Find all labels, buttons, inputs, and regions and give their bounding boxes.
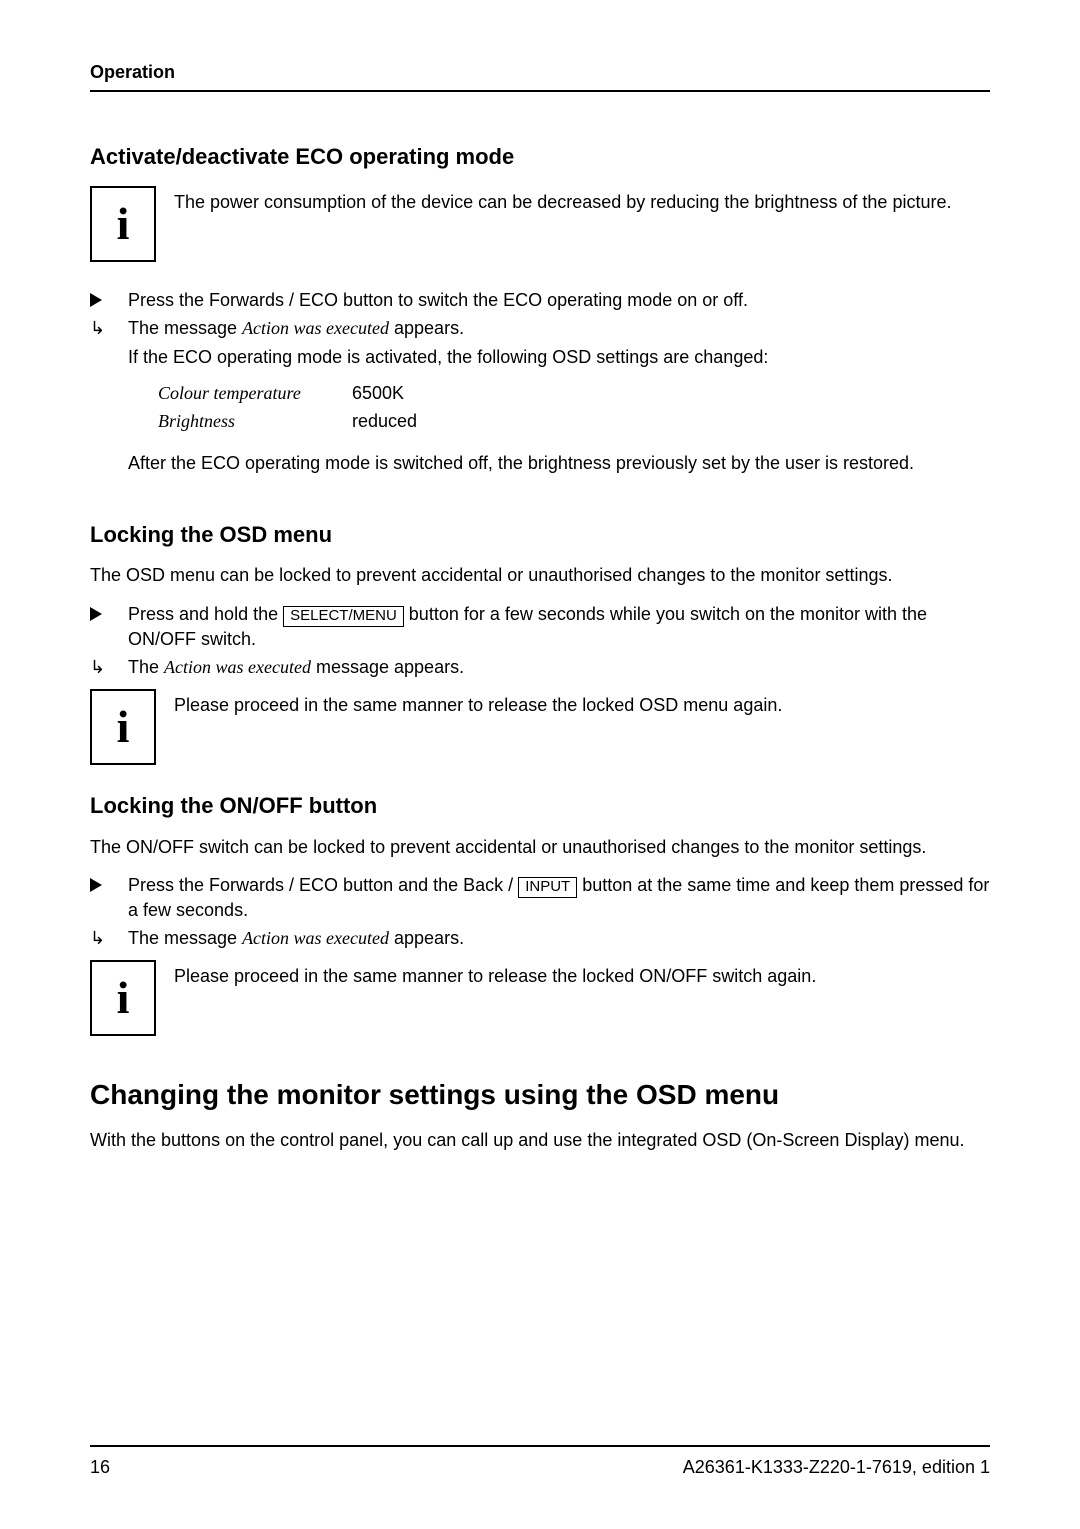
step-text: Press the Forwards / ECO button and the … (128, 875, 989, 920)
steps-lock-osd: Press and hold the SELECT/MENU button fo… (90, 602, 990, 679)
step-pre: Press the Forwards / ECO button and the … (128, 875, 518, 895)
result-em: Action was executed (242, 928, 389, 948)
setting-value: 6500K (352, 379, 441, 407)
info-block-lock-osd: i Please proceed in the same manner to r… (90, 689, 990, 765)
result-post: appears. (389, 928, 464, 948)
result-em: Action was executed (242, 318, 389, 338)
heading-lock-onoff: Locking the ON/OFF button (90, 791, 990, 821)
result-arrow-icon: ↳ (90, 926, 118, 950)
result-em: Action was executed (164, 657, 311, 677)
step-item: Press and hold the SELECT/MENU button fo… (90, 602, 990, 651)
setting-label: Brightness (158, 407, 352, 435)
info-text: Please proceed in the same manner to rel… (174, 960, 990, 988)
triangle-icon (90, 873, 118, 897)
result-text: The Action was executed message appears. (128, 657, 464, 677)
result-text: The message Action was executed appears. (128, 928, 464, 948)
lock-osd-intro: The OSD menu can be locked to prevent ac… (90, 563, 990, 587)
section-header: Operation (90, 60, 990, 84)
keycap-input: INPUT (518, 877, 577, 898)
setting-value: reduced (352, 407, 441, 435)
result-item: ↳ The message Action was executed appear… (90, 316, 990, 369)
page-footer: 16 A26361-K1333-Z220-1-7619, edition 1 (90, 1445, 990, 1479)
info-text: Please proceed in the same manner to rel… (174, 689, 990, 717)
triangle-icon (90, 602, 118, 626)
page-number: 16 (90, 1455, 110, 1479)
result-item: ↳ The message Action was executed appear… (90, 926, 990, 950)
keycap-select-menu: SELECT/MENU (283, 606, 404, 627)
steps-lock-onoff: Press the Forwards / ECO button and the … (90, 873, 990, 950)
info-text: The power consumption of the device can … (174, 186, 990, 214)
heading-eco-mode: Activate/deactivate ECO operating mode (90, 142, 990, 172)
result-post: message appears. (311, 657, 464, 677)
result-arrow-icon: ↳ (90, 316, 118, 340)
table-row: Colour temperature 6500K (158, 379, 441, 407)
info-icon: i (90, 689, 156, 765)
lock-onoff-intro: The ON/OFF switch can be locked to preve… (90, 835, 990, 859)
result-pre: The (128, 657, 164, 677)
result-post: appears. (389, 318, 464, 338)
doc-id: A26361-K1333-Z220-1-7619, edition 1 (683, 1455, 990, 1479)
result-pre: The message (128, 318, 242, 338)
eco-settings-table: Colour temperature 6500K Brightness redu… (158, 379, 441, 436)
condition-text: If the ECO operating mode is activated, … (128, 345, 990, 369)
osd-menu-para: With the buttons on the control panel, y… (90, 1128, 990, 1152)
step-item: Press the Forwards / ECO button to switc… (90, 288, 990, 312)
steps-eco: Press the Forwards / ECO button to switc… (90, 288, 990, 369)
step-pre: Press and hold the (128, 604, 283, 624)
eco-after-text: After the ECO operating mode is switched… (128, 451, 990, 475)
result-text: The message Action was executed appears. (128, 318, 464, 338)
heading-osd-menu: Changing the monitor settings using the … (90, 1076, 990, 1114)
result-arrow-icon: ↳ (90, 655, 118, 679)
result-pre: The message (128, 928, 242, 948)
triangle-icon (90, 288, 118, 312)
header-rule (90, 90, 990, 92)
info-icon: i (90, 960, 156, 1036)
step-text: Press the Forwards / ECO button to switc… (128, 290, 748, 310)
heading-lock-osd: Locking the OSD menu (90, 520, 990, 550)
result-item: ↳ The Action was executed message appear… (90, 655, 990, 679)
step-text: Press and hold the SELECT/MENU button fo… (128, 604, 927, 649)
step-item: Press the Forwards / ECO button and the … (90, 873, 990, 922)
setting-label: Colour temperature (158, 379, 352, 407)
info-block-eco: i The power consumption of the device ca… (90, 186, 990, 262)
table-row: Brightness reduced (158, 407, 441, 435)
info-icon: i (90, 186, 156, 262)
info-block-lock-onoff: i Please proceed in the same manner to r… (90, 960, 990, 1036)
footer-rule (90, 1445, 990, 1447)
